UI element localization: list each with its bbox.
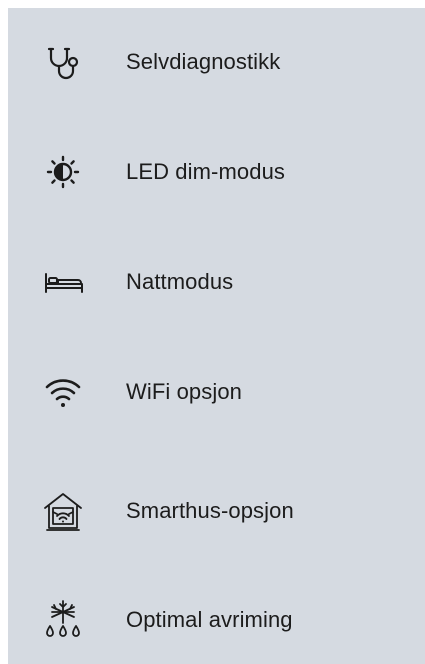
wifi-icon [38,367,88,417]
menu-item-label: WiFi opsjon [126,379,243,404]
defrost-icon [38,595,88,645]
menu-item-selvdiagnostikk[interactable]: Selvdiagnostikk [8,34,425,90]
menu-item-led-dim-modus[interactable]: LED dim-modus [8,144,425,200]
menu-item-smarthus-opsjon[interactable]: Smarthus-opsjon [8,483,425,539]
feature-list-panel: Selvdiagnostikk LED dim-modus Nattmodus … [8,8,425,664]
brightness-dim-icon [38,147,88,197]
menu-item-nattmodus[interactable]: Nattmodus [8,254,425,310]
smart-home-icon [38,486,88,536]
menu-item-label: Optimal avriming [126,607,293,632]
menu-item-label: Nattmodus [126,269,234,294]
bed-icon [38,257,88,307]
menu-item-label: LED dim-modus [126,159,286,184]
menu-item-label: Smarthus-opsjon [126,498,294,523]
stethoscope-icon [38,37,88,87]
menu-item-wifi-opsjon[interactable]: WiFi opsjon [8,364,425,420]
menu-item-label: Selvdiagnostikk [126,49,281,74]
menu-item-optimal-avriming[interactable]: Optimal avriming [8,592,425,648]
